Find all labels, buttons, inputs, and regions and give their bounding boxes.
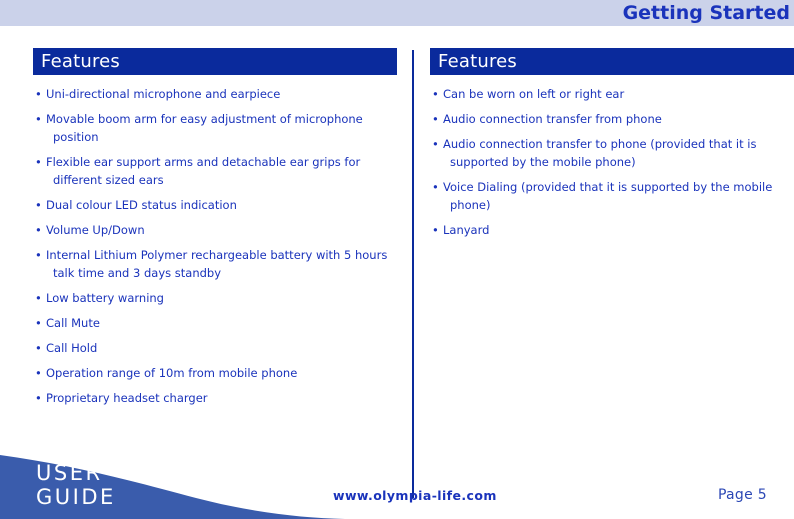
- right-column: Features • Can be worn on left or right e…: [430, 26, 794, 246]
- bullet-icon: •: [35, 366, 42, 380]
- feature-list-item: • Flexible ear support arms and detachabl…: [33, 153, 397, 189]
- bullet-icon: •: [35, 223, 42, 237]
- bullet-icon: •: [432, 137, 439, 151]
- bullet-icon: •: [35, 341, 42, 355]
- website-url[interactable]: www.olympia-life.com: [333, 488, 497, 504]
- feature-text: Lanyard: [443, 223, 490, 237]
- right-features-list: • Can be worn on left or right ear • Audio …: [430, 85, 794, 239]
- page-content: Features • Uni-directional microphone and…: [0, 26, 794, 498]
- footer-wave-shape: [0, 455, 345, 519]
- feature-text: Low battery warning: [46, 291, 164, 305]
- feature-list-item: • Call Hold: [33, 339, 397, 357]
- feature-text: Call Hold: [46, 341, 98, 355]
- feature-list-item: • Volume Up/Down: [33, 221, 397, 239]
- right-features-header: Features: [430, 48, 794, 75]
- bullet-icon: •: [35, 248, 42, 262]
- bullet-icon: •: [432, 180, 439, 194]
- feature-text: Uni-directional microphone and earpiece: [46, 87, 281, 101]
- bullet-icon: •: [432, 87, 439, 101]
- feature-list-item: • Audio connection transfer to phone (pro…: [430, 135, 794, 171]
- left-column: Features • Uni-directional microphone and…: [33, 26, 397, 414]
- feature-list-item: • Low battery warning: [33, 289, 397, 307]
- feature-list-item: • Dual colour LED status indication: [33, 196, 397, 214]
- feature-text: Proprietary headset charger: [46, 391, 208, 405]
- feature-text: Audio connection transfer to phone (prov…: [443, 137, 757, 169]
- user-guide-label: USER GUIDE: [36, 461, 116, 509]
- feature-list-item: • Voice Dialing (provided that it is supp…: [430, 178, 794, 214]
- page-header-band: Getting Started: [0, 0, 794, 26]
- bullet-icon: •: [35, 198, 42, 212]
- bullet-icon: •: [35, 316, 42, 330]
- feature-list-item: • Operation range of 10m from mobile phon…: [33, 364, 397, 382]
- right-features-title: Features: [438, 51, 517, 72]
- feature-list-item: • Lanyard: [430, 221, 794, 239]
- feature-text: Operation range of 10m from mobile phone: [46, 366, 298, 380]
- left-features-header: Features: [33, 48, 397, 75]
- feature-text: Can be worn on left or right ear: [443, 87, 625, 101]
- bullet-icon: •: [35, 391, 42, 405]
- bullet-icon: •: [35, 155, 42, 169]
- feature-text: Internal Lithium Polymer rechargeable ba…: [46, 248, 388, 280]
- feature-text: Volume Up/Down: [46, 223, 145, 237]
- bullet-icon: •: [432, 112, 439, 126]
- bullet-icon: •: [35, 291, 42, 305]
- user-guide-line-1: USER: [36, 461, 103, 485]
- feature-list-item: • Uni-directional microphone and earpiece: [33, 85, 397, 103]
- feature-text: Audio connection transfer from phone: [443, 112, 662, 126]
- feature-list-item: • Call Mute: [33, 314, 397, 332]
- left-features-list: • Uni-directional microphone and earpiece…: [33, 85, 397, 407]
- feature-text: Movable boom arm for easy adjustment of …: [46, 112, 363, 144]
- left-features-title: Features: [41, 51, 120, 72]
- feature-text: Voice Dialing (provided that it is suppo…: [443, 180, 773, 212]
- feature-list-item: • Internal Lithium Polymer rechargeable b…: [33, 246, 397, 282]
- feature-list-item: • Can be worn on left or right ear: [430, 85, 794, 103]
- feature-text: Call Mute: [46, 316, 100, 330]
- column-divider: [412, 50, 414, 498]
- feature-text: Flexible ear support arms and detachable…: [46, 155, 361, 187]
- page-footer: USER GUIDE www.olympia-life.com Page 5: [0, 450, 794, 519]
- bullet-icon: •: [35, 87, 42, 101]
- feature-list-item: • Movable boom arm for easy adjustment of…: [33, 110, 397, 146]
- feature-list-item: • Proprietary headset charger: [33, 389, 397, 407]
- feature-text: Dual colour LED status indication: [46, 198, 237, 212]
- feature-list-item: • Audio connection transfer from phone: [430, 110, 794, 128]
- page-number: Page 5: [717, 487, 767, 503]
- bullet-icon: •: [35, 112, 42, 126]
- bullet-icon: •: [432, 223, 439, 237]
- user-guide-line-2: GUIDE: [36, 485, 116, 509]
- page-title: Getting Started: [622, 2, 790, 24]
